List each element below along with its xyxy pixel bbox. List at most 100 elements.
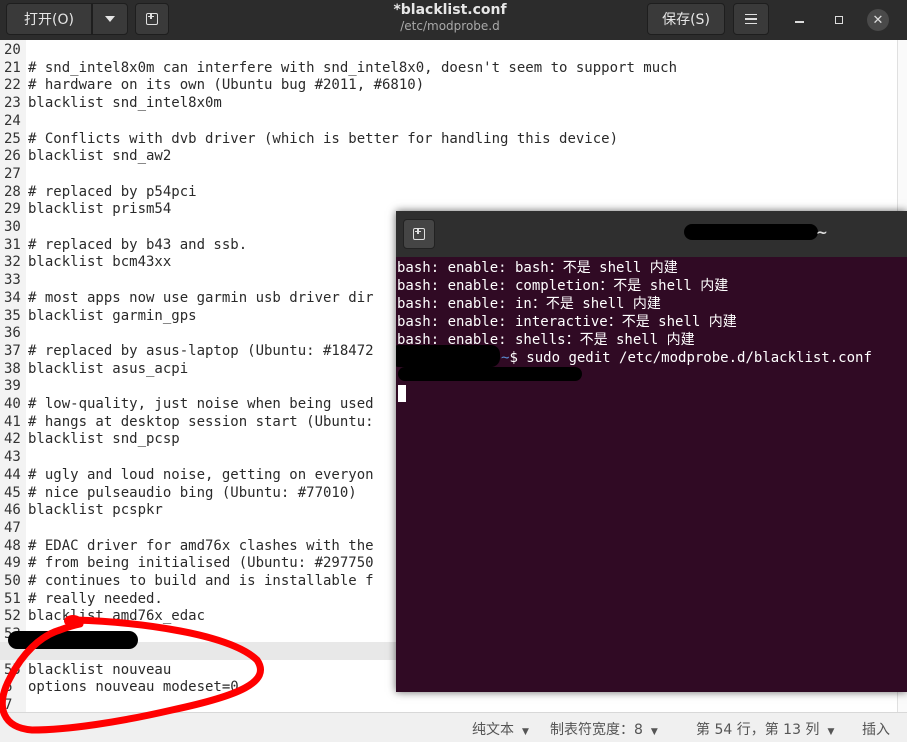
editor-line: 28 # replaced by p54pci <box>0 183 197 201</box>
chevron-down-icon: ▼ <box>827 727 835 737</box>
terminal-cursor <box>398 385 406 402</box>
line-text: blacklist prism54 <box>28 201 172 218</box>
line-number: 33 <box>4 272 21 289</box>
line-text: # hangs at desktop session start (Ubuntu… <box>28 413 374 430</box>
line-text: # continues to build and is installable … <box>28 573 374 589</box>
line-number: 27 <box>4 165 21 182</box>
line-text: # nice pulseaudio bing (Ubuntu: #77010) <box>28 484 357 501</box>
editor-line: 26 blacklist snd_aw2 <box>0 147 171 165</box>
chevron-down-icon <box>105 16 115 22</box>
terminal-line: bash: enable: completion：不是 shell 内建 <box>397 278 729 294</box>
terminal-line: bash: enable: interactive：不是 shell 内建 <box>397 314 737 330</box>
line-text: blacklist snd_pcsp <box>28 431 180 448</box>
editor-line: 49 # from being initialised (Ubuntu: #297… <box>0 554 374 572</box>
hamburger-menu-icon <box>745 14 757 24</box>
line-number: 43 <box>4 449 21 466</box>
line-number: 50 <box>4 573 21 589</box>
line-number: 30 <box>4 219 21 235</box>
line-text: blacklist snd_aw2 <box>28 148 172 165</box>
line-text: # replaced by asus-laptop (Ubuntu: #1847… <box>28 342 374 359</box>
terminal-line: bash: enable: bash：不是 shell 内建 <box>397 260 678 276</box>
terminal-command: $ sudo gedit /etc/modprobe.d/blacklist.c… <box>509 350 872 366</box>
terminal-output[interactable]: bash: enable: bash：不是 shell 内建 bash: ena… <box>396 257 907 692</box>
terminal-new-tab-button[interactable] <box>403 219 435 249</box>
line-text: # snd_intel8x0m can interfere with snd_i… <box>28 59 678 76</box>
editor-line: 27 <box>0 165 26 183</box>
line-number: 42 <box>4 431 21 448</box>
editor-line: 45 # nice pulseaudio bing (Ubuntu: #77010… <box>0 484 357 502</box>
chevron-down-icon: ▼ <box>522 727 529 737</box>
window-title: *blacklist.conf /etc/modprobe.d <box>360 2 540 34</box>
editor-line: 36 <box>0 324 26 342</box>
line-number: 32 <box>4 254 21 271</box>
editor-line: 30 <box>0 218 26 236</box>
line-number: 28 <box>4 183 21 200</box>
save-button[interactable]: 保存(S) <box>647 3 725 35</box>
editor-line: 42 blacklist snd_pcsp <box>0 430 180 448</box>
editor-line: 25 # Conflicts with dvb driver (which is … <box>0 130 618 148</box>
editor-line: 29 blacklist prism54 <box>0 200 171 218</box>
new-tab-icon <box>146 13 158 25</box>
line-text: blacklist snd_intel8x0m <box>28 95 222 112</box>
terminal-window[interactable]: ~ bash: enable: bash：不是 shell 内建 bash: e… <box>396 211 907 692</box>
open-button[interactable]: 打开(O) <box>6 3 92 35</box>
header-bar: 打开(O) *blacklist.conf /etc/modprobe.d 保存… <box>0 0 907 40</box>
editor-line: 34 # most apps now use garmin usb driver … <box>0 289 374 307</box>
cursor-position[interactable]: 第 54 行，第 13 列 ▼ <box>696 719 834 739</box>
line-text: # ugly and loud noise, getting on everyo… <box>28 466 374 483</box>
line-number: 36 <box>4 325 21 342</box>
line-number: 41 <box>4 413 21 430</box>
line-number: 23 <box>4 95 21 112</box>
language-selector[interactable]: 纯文本 ▼ <box>472 719 529 739</box>
line-number: 44 <box>4 466 21 483</box>
terminal-title: ~ <box>816 225 828 241</box>
menu-button[interactable] <box>733 3 769 35</box>
editor-line: 31 # replaced by b43 and ssb. <box>0 236 247 254</box>
line-number: 21 <box>4 59 21 76</box>
insert-mode: 插入 <box>862 722 890 738</box>
line-number: 31 <box>4 236 21 253</box>
line-number: 24 <box>4 112 21 129</box>
line-number: 40 <box>4 396 21 412</box>
line-number: 45 <box>4 484 21 501</box>
line-text: # from being initialised (Ubuntu: #29775… <box>28 555 374 572</box>
redaction-mark <box>398 367 582 381</box>
line-number: 47 <box>4 519 21 536</box>
line-number: 34 <box>4 289 21 306</box>
line-number: 48 <box>4 537 21 554</box>
line-text: # hardware on its own (Ubuntu bug #2011,… <box>28 77 425 94</box>
line-text: # EDAC driver for amd76x clashes with th… <box>28 537 374 554</box>
editor-line: 39 <box>0 377 26 395</box>
maximize-button[interactable] <box>828 9 850 31</box>
line-number: 29 <box>4 201 21 218</box>
editor-line: 21 # snd_intel8x0m can interfere with snd… <box>0 59 677 77</box>
editor-line: 44 # ugly and loud noise, getting on ever… <box>0 466 374 484</box>
editor-line: 23 blacklist snd_intel8x0m <box>0 94 222 112</box>
editor-line: 38 blacklist asus_acpi <box>0 360 188 378</box>
line-text: # replaced by b43 and ssb. <box>28 236 248 253</box>
red-annotation-circle <box>0 615 264 734</box>
editor-line: 22 # hardware on its own (Ubuntu bug #201… <box>0 76 424 94</box>
editor-line: 41 # hangs at desktop session start (Ubun… <box>0 413 374 431</box>
maximize-icon <box>835 16 843 24</box>
editor-line: 40 # low-quality, just noise when being u… <box>0 395 374 413</box>
line-number: 26 <box>4 148 21 165</box>
close-button[interactable]: ✕ <box>867 9 889 31</box>
editor-line: 20 <box>0 41 26 59</box>
line-text: # Conflicts with dvb driver (which is be… <box>28 130 619 147</box>
new-tab-button[interactable] <box>135 3 169 35</box>
editor-line: 35 blacklist garmin_gps <box>0 307 197 325</box>
editor-line: 46 blacklist pcspkr <box>0 501 163 519</box>
line-text: # most apps now use garmin usb driver di… <box>28 289 374 306</box>
document-title: *blacklist.conf <box>393 2 507 18</box>
tab-width-selector[interactable]: 制表符宽度：8 ▼ <box>550 719 658 739</box>
line-text: # low-quality, just noise when being use… <box>28 396 374 412</box>
minimize-button[interactable] <box>788 9 810 31</box>
chevron-down-icon: ▼ <box>650 727 658 737</box>
line-number: 39 <box>4 378 21 395</box>
terminal-header: ~ <box>396 211 907 257</box>
line-number: 22 <box>4 77 21 94</box>
open-dropdown-button[interactable] <box>92 3 128 35</box>
minimize-icon <box>794 21 804 23</box>
line-text: blacklist garmin_gps <box>28 307 197 324</box>
